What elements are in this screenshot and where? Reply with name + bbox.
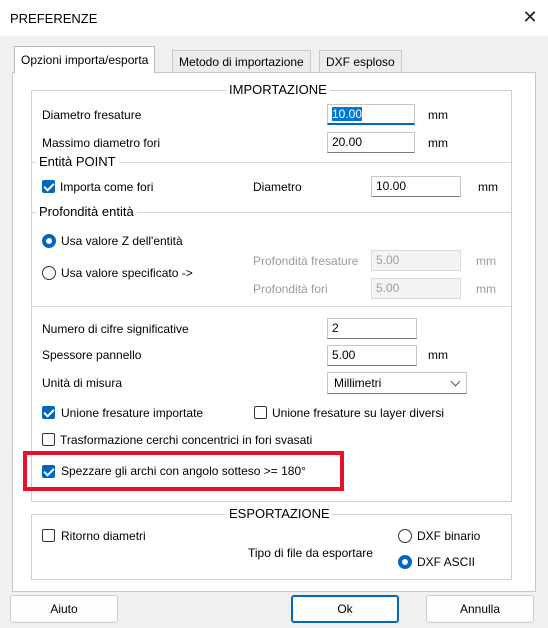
diametro-fresature-unit: mm xyxy=(428,108,448,122)
tab-metodo-di-importazione[interactable]: Metodo di importazione xyxy=(172,50,311,72)
unione-layer-label: Unione fresature su layer diversi xyxy=(272,406,445,420)
tab-opzioni-importa-esporta[interactable]: Opzioni importa/esporta xyxy=(14,46,156,73)
unita-misura-value: Millimetri xyxy=(334,376,382,390)
usa-valore-specificato-radio[interactable] xyxy=(42,266,56,280)
profondita-fresature-unit: mm xyxy=(476,254,496,268)
window-title: PREFERENZE xyxy=(10,11,98,26)
diametro-fresature-label: Diametro fresature xyxy=(42,108,142,122)
profondita-fori-label: Profondità fori xyxy=(253,282,328,296)
profondita-fori-input[interactable]: 5.00 xyxy=(371,278,461,299)
unione-fresature-checkbox[interactable] xyxy=(42,406,55,419)
massimo-diametro-fori-label: Massimo diametro fori xyxy=(42,136,161,150)
trasformazione-cerchi-checkbox[interactable] xyxy=(42,433,55,446)
unione-layer-checkbox[interactable] xyxy=(254,406,267,419)
ritorno-diametri-label: Ritorno diametri xyxy=(61,529,146,543)
massimo-diametro-fori-input[interactable]: 20.00 xyxy=(327,132,415,153)
close-icon[interactable]: ✕ xyxy=(519,6,541,28)
aiuto-button[interactable]: Aiuto xyxy=(10,595,118,623)
diametro-input[interactable]: 10.00 xyxy=(371,176,461,197)
ok-button[interactable]: Ok xyxy=(291,595,399,623)
ritorno-diametri-checkbox[interactable] xyxy=(42,529,55,542)
diametro-fresature-input[interactable]: 10.00 xyxy=(327,104,415,125)
esportazione-title: ESPORTAZIONE xyxy=(226,506,333,521)
tab-dxf-esploso[interactable]: DXF esploso xyxy=(319,50,402,72)
usa-valore-specificato-label: Usa valore specificato -> xyxy=(61,266,193,280)
importa-come-fori-checkbox[interactable] xyxy=(42,180,55,193)
profondita-entita-title: Profondità entità xyxy=(36,204,137,219)
usa-valore-z-label: Usa valore Z dell'entità xyxy=(61,234,183,248)
dxf-binario-label: DXF binario xyxy=(417,529,481,543)
spessore-pannello-input[interactable]: 5.00 xyxy=(327,345,417,366)
dxf-ascii-label: DXF ASCII xyxy=(417,555,476,569)
trasformazione-row: Trasformazione cerchi concentrici in for… xyxy=(40,430,440,446)
chevron-down-icon xyxy=(450,376,461,387)
unione-fresature-label: Unione fresature importate xyxy=(61,406,204,420)
unita-misura-label: Unità di misura xyxy=(42,376,123,390)
diametro-label: Diametro xyxy=(253,180,302,194)
usa-valore-z-radio[interactable] xyxy=(42,234,56,248)
numero-cifre-label: Numero di cifre significative xyxy=(42,322,189,336)
entita-point-title: Entità POINT xyxy=(36,154,119,169)
importa-come-fori-label: Importa come fori xyxy=(60,180,154,194)
spessore-pannello-label: Spessore pannello xyxy=(42,348,142,362)
trasformazione-cerchi-label: Trasformazione cerchi concentrici in for… xyxy=(60,433,313,446)
massimo-diametro-fori-unit: mm xyxy=(428,136,448,150)
profondita-fresature-label: Profondità fresature xyxy=(253,254,359,268)
importazione-title: IMPORTAZIONE xyxy=(226,82,330,97)
annulla-button[interactable]: Annulla xyxy=(426,595,534,623)
profondita-fori-unit: mm xyxy=(476,282,496,296)
dxf-binario-radio[interactable] xyxy=(398,529,412,543)
tipo-file-label: Tipo di file da esportare xyxy=(248,546,373,560)
diametro-unit: mm xyxy=(478,180,498,194)
divider xyxy=(31,306,512,307)
spessore-pannello-unit: mm xyxy=(428,348,448,362)
dxf-ascii-radio[interactable] xyxy=(398,555,412,569)
unita-misura-select[interactable]: Millimetri xyxy=(327,372,467,394)
highlight-box xyxy=(23,451,344,491)
profondita-fresature-input[interactable]: 5.00 xyxy=(371,250,461,271)
numero-cifre-input[interactable]: 2 xyxy=(327,318,417,339)
diametro-fresature-value: 10.00 xyxy=(332,107,363,121)
